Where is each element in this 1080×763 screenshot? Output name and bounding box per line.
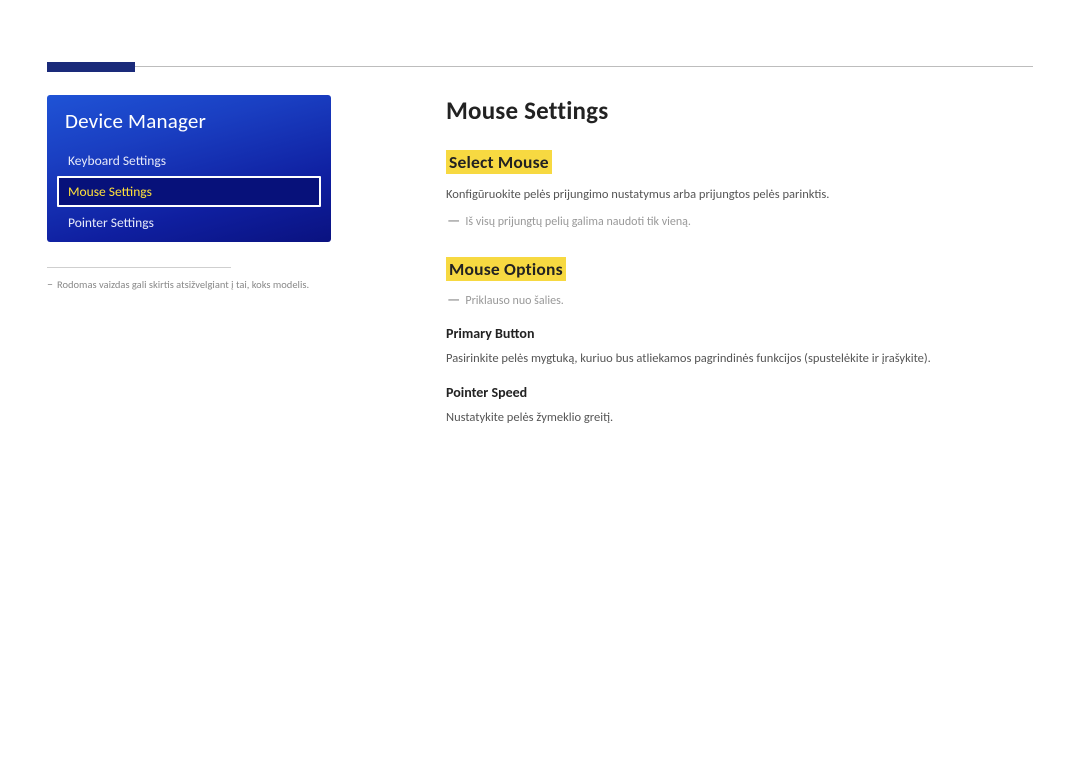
heavy-dash-icon: ― xyxy=(446,292,461,307)
panel-title: Device Manager xyxy=(47,95,331,145)
mouse-options-note: ― Priklauso nuo šalies. xyxy=(446,292,1033,310)
heading-pointer-speed: Pointer Speed xyxy=(446,384,1033,401)
section-mouse-options: Mouse Options ― Priklauso nuo šalies. Pr… xyxy=(446,257,1033,427)
heading-select-mouse: Select Mouse xyxy=(446,150,552,174)
select-mouse-note: ― Iš visų prijungtų pelių galima naudoti… xyxy=(446,213,1033,231)
pointer-speed-body: Nustatykite pelės žymeklio greitį. xyxy=(446,408,1033,427)
sidebar-footnote-text: Rodomas vaizdas gali skirtis atsižvelgia… xyxy=(57,278,309,293)
top-divider xyxy=(135,66,1033,67)
heading-primary-button: Primary Button xyxy=(446,325,1033,342)
device-manager-panel: Device Manager Keyboard Settings Mouse S… xyxy=(47,95,331,242)
heavy-dash-icon: ― xyxy=(446,213,461,228)
main-content: Mouse Settings Select Mouse Konfigūruoki… xyxy=(446,95,1033,453)
sidebar-footnote: – Rodomas vaizdas gali skirtis atsižvelg… xyxy=(47,278,331,293)
heading-mouse-options: Mouse Options xyxy=(446,257,566,281)
section-select-mouse: Select Mouse Konfigūruokite pelės prijun… xyxy=(446,150,1033,231)
select-mouse-note-text: Iš visų prijungtų pelių galima naudoti t… xyxy=(465,213,691,231)
menu-keyboard-settings[interactable]: Keyboard Settings xyxy=(57,145,321,176)
panel-menu: Keyboard Settings Mouse Settings Pointer… xyxy=(47,145,331,248)
select-mouse-body: Konfigūruokite pelės prijungimo nustatym… xyxy=(446,185,1033,204)
left-column: Device Manager Keyboard Settings Mouse S… xyxy=(47,95,331,453)
menu-mouse-settings[interactable]: Mouse Settings xyxy=(57,176,321,207)
menu-pointer-settings[interactable]: Pointer Settings xyxy=(57,207,321,238)
primary-button-body: Pasirinkite pelės mygtuką, kuriuo bus at… xyxy=(446,349,1033,368)
accent-bar xyxy=(47,62,135,72)
sidebar-divider xyxy=(47,267,231,268)
mouse-options-note-text: Priklauso nuo šalies. xyxy=(465,292,563,310)
page-layout: Device Manager Keyboard Settings Mouse S… xyxy=(47,95,1033,453)
page-title: Mouse Settings xyxy=(446,95,1033,126)
dash-icon: – xyxy=(47,278,53,293)
